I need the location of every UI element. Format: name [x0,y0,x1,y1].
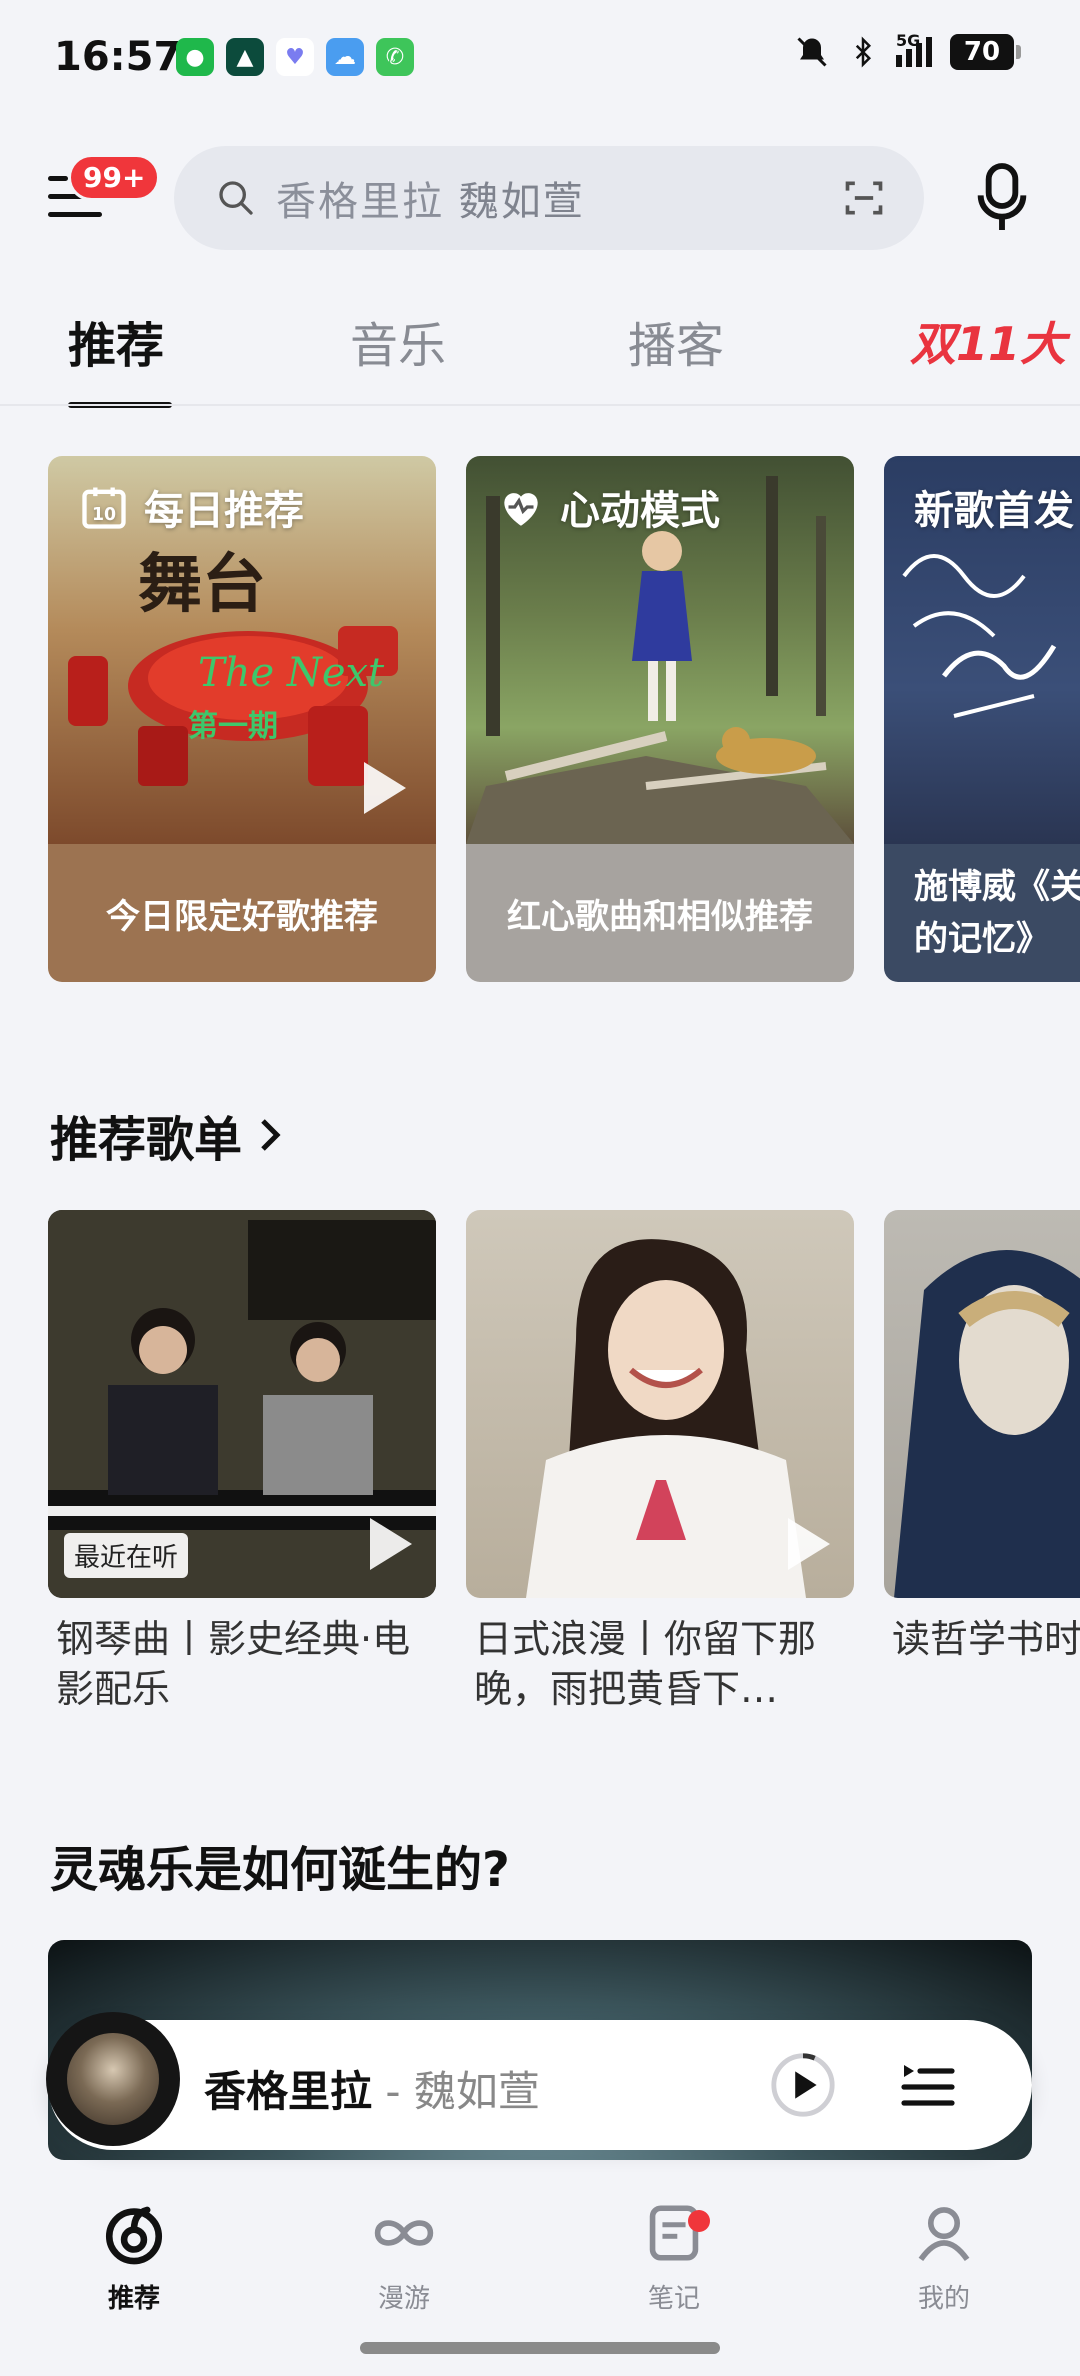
new-release-caption: 施博威《关 的记忆》 [884,844,1080,982]
battery-indicator: 70 [950,34,1021,70]
soul-section-title[interactable]: 灵魂乐是如何诞生的? [50,1830,510,1900]
heartbeat-icon [504,493,538,526]
playlist-cover [466,1210,854,1598]
network-label: 5G [896,31,921,50]
playlist-title: 日式浪漫丨你留下那晚，雨把黄昏下… [474,1617,817,1711]
nav-notes[interactable]: 笔记 [594,2200,754,2315]
heart-app-icon: ♥ [276,38,314,76]
chevron-right-icon [261,1119,281,1151]
playlist-card[interactable]: 最近在听 钢琴曲丨影史经典·电影配乐 [48,1210,436,1714]
green-app-icon: ▲ [226,38,264,76]
search-icon [219,181,253,215]
album-disc[interactable] [46,2012,180,2146]
playlist-cover: 最近在听 [48,1210,436,1598]
infinity-icon [374,2220,434,2246]
scan-icon[interactable] [842,176,886,220]
nav-roam-label: 漫游 [377,2284,430,2314]
play-icon[interactable] [364,762,406,814]
weather-icon: ☁ [326,38,364,76]
search-suggest-song: 香格里拉 [276,179,444,225]
calendar-day: 10 [92,505,116,525]
microphone-icon[interactable] [970,160,1034,236]
bluetooth-icon [855,36,872,68]
playlist-cover [884,1210,1080,1598]
now-playing-artist: 魏如萱 [413,2067,540,2116]
heart-mode-title: 心动模式 [560,488,720,534]
battery-level: 70 [963,37,1001,67]
status-bar: 16:57 ● ▲ ♥ ☁ ✆ 5G 70 [0,0,1080,120]
now-playing-text: 香格里拉 - 魏如萱 [204,2058,540,2119]
play-icon[interactable] [370,1518,412,1570]
profile-icon [918,2207,970,2262]
play-icon[interactable] [788,1518,830,1570]
playlist-row: 最近在听 钢琴曲丨影史经典·电影配乐 日式浪漫丨你留下那晚，雨把黄昏下… 读哲学… [0,1210,1080,1730]
now-playing-song: 香格里拉 [204,2067,373,2116]
tab-recommend[interactable]: 推荐 [68,306,164,376]
nav-roam[interactable]: 漫游 [324,2200,484,2315]
notes-red-dot [688,2210,710,2232]
now-playing-separator: - [372,2067,414,2116]
playlist-card[interactable]: 日式浪漫丨你留下那晚，雨把黄昏下… [466,1210,854,1714]
status-indicators: 5G 70 [794,31,1021,70]
new-release-header: 新歌首发 [914,478,1074,536]
notification-icons: ● ▲ ♥ ☁ ✆ [176,38,414,76]
new-release-title: 新歌首发 [914,488,1074,534]
phone-icon: ✆ [376,38,414,76]
mini-player[interactable]: 香格里拉 - 魏如萱 [46,2012,1032,2150]
daily-recommend-card[interactable]: 舞台 The Next 第一期 10 每日推荐 今日限定好歌推荐 [48,456,436,982]
heart-mode-header: 心动模式 [496,478,720,536]
heart-mode-card[interactable]: 心动模式 红心歌曲和相似推荐 [466,456,854,982]
wechat-icon: ● [176,38,214,76]
tab-podcast[interactable]: 播客 [628,306,724,376]
new-release-caption-line2: 的记忆》 [914,919,1050,959]
mute-bell-icon [797,37,827,67]
playlists-section-title[interactable]: 推荐歌单 [50,1100,284,1170]
signal-icon: 5G [896,31,932,67]
search-bar[interactable]: 香格里拉 魏如萱 [174,146,924,250]
nav-recommend-label: 推荐 [107,2284,160,2314]
hooded-statue-illustration [894,1250,1080,1598]
new-release-card[interactable]: 新歌首发 施博威《关 的记忆》 [884,456,1080,982]
playlist-title: 读哲学书时曲子 [892,1617,1080,1661]
new-release-caption-line1: 施博威《关 [914,867,1080,907]
nav-mine-label: 我的 [917,2284,970,2314]
heart-mode-caption: 红心歌曲和相似推荐 [466,844,854,982]
playlist-queue-icon[interactable] [900,2058,956,2112]
album-art [67,2033,159,2125]
divider [0,404,1080,406]
nav-recommend[interactable]: 推荐 [54,2200,214,2315]
nav-mine[interactable]: 我的 [864,2200,1024,2315]
netease-logo-icon [105,2206,163,2265]
playlists-title-text: 推荐歌单 [50,1112,243,1168]
top-tabs: 推荐 音乐 播客 双11大 [0,306,1080,408]
daily-recommend-caption: 今日限定好歌推荐 [48,844,436,982]
svg-text:舞台: 舞台 [138,548,266,622]
calendar-icon: 10 [82,487,126,529]
home-indicator[interactable] [360,2342,720,2354]
notification-badge: 99+ [68,154,161,201]
search-placeholder: 香格里拉 魏如萱 [276,169,842,227]
playlist-card[interactable]: 读哲学书时曲子 [884,1210,1080,1714]
daily-recommend-title: 每日推荐 [144,488,304,534]
recently-played-tag: 最近在听 [64,1533,189,1578]
feature-cards: 舞台 The Next 第一期 10 每日推荐 今日限定好歌推荐 心动模式 红心… [0,456,1080,986]
search-suggest-artist: 魏如萱 [458,179,585,225]
soul-title-text: 灵魂乐是如何诞生的? [50,1842,510,1898]
svg-text:第一期: 第一期 [188,709,278,744]
daily-recommend-header: 10 每日推荐 [78,478,304,536]
menu-line [48,176,68,181]
tab-music[interactable]: 音乐 [350,306,446,376]
play-pause-button[interactable] [768,2050,838,2120]
svg-text:The Next: The Next [198,650,385,696]
menu-line [48,212,102,217]
status-time: 16:57 [54,34,182,80]
playlist-title: 钢琴曲丨影史经典·电影配乐 [56,1617,411,1711]
nav-notes-label: 笔记 [647,2284,700,2314]
tab-promo[interactable]: 双11大 [910,308,1066,374]
